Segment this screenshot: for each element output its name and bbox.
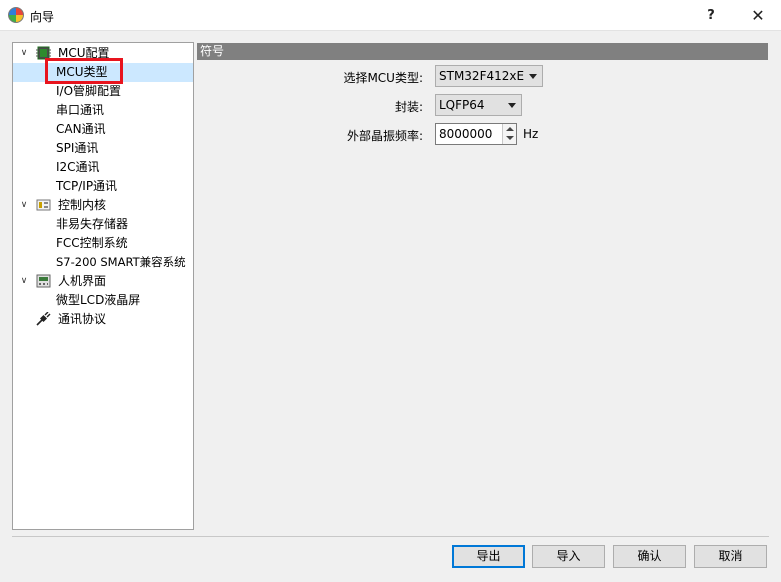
close-button[interactable]: ✕ bbox=[735, 0, 781, 30]
tree-node-label: FCC控制系统 bbox=[56, 236, 128, 250]
window-title: 向导 bbox=[30, 10, 55, 24]
footer-divider bbox=[12, 536, 769, 537]
navigation-tree[interactable]: ∨ MCU配置 MCU类型 I/O管脚配置 串口通讯 CAN通讯 SPI通讯 I… bbox=[12, 42, 194, 530]
tree-node-label: 人机界面 bbox=[58, 274, 107, 288]
tree-node-spi-comm[interactable]: SPI通讯 bbox=[13, 139, 193, 158]
dropdown-arrow-icon bbox=[508, 103, 516, 108]
tree-node-label: I2C通讯 bbox=[56, 160, 100, 174]
tree-node-label: 通讯协议 bbox=[58, 312, 107, 326]
tree-node-hmi[interactable]: ∨ 人机界面 bbox=[13, 272, 193, 291]
spin-buttons[interactable] bbox=[502, 124, 516, 144]
tree-node-label: SPI通讯 bbox=[56, 141, 99, 155]
hmi-panel-icon bbox=[36, 274, 51, 288]
tree-node-control-core[interactable]: ∨ 控制内核 bbox=[13, 196, 193, 215]
spin-down-icon[interactable] bbox=[506, 136, 514, 140]
crystal-frequency-unit: Hz bbox=[523, 127, 539, 141]
chevron-down-icon[interactable]: ∨ bbox=[18, 196, 30, 215]
tree-node-can-comm[interactable]: CAN通讯 bbox=[13, 120, 193, 139]
tree-node-label: MCU配置 bbox=[58, 46, 110, 60]
plug-icon bbox=[36, 312, 51, 326]
control-core-icon bbox=[36, 199, 51, 211]
help-button[interactable]: ? bbox=[688, 0, 734, 30]
chip-icon bbox=[36, 46, 51, 60]
package-value: LQFP64 bbox=[439, 98, 485, 112]
import-button[interactable]: 导入 bbox=[532, 545, 605, 568]
tree-node-label: 微型LCD液晶屏 bbox=[56, 293, 141, 307]
mcu-type-select[interactable]: STM32F412xE bbox=[435, 65, 543, 87]
crystal-frequency-value: 8000000 bbox=[439, 127, 493, 141]
package-label: 封装: bbox=[394, 100, 423, 114]
tree-node-tcpip-comm[interactable]: TCP/IP通讯 bbox=[13, 177, 193, 196]
chevron-down-icon[interactable]: ∨ bbox=[18, 44, 30, 63]
crystal-frequency-label: 外部晶振频率: bbox=[346, 129, 423, 143]
tree-node-serial-comm[interactable]: 串口通讯 bbox=[13, 101, 193, 120]
package-select[interactable]: LQFP64 bbox=[435, 94, 522, 116]
spin-up-icon[interactable] bbox=[506, 127, 514, 131]
tree-node-label: S7-200 SMART兼容系统 bbox=[56, 255, 186, 269]
tree-node-mini-lcd[interactable]: 微型LCD液晶屏 bbox=[13, 291, 193, 310]
tree-node-i2c-comm[interactable]: I2C通讯 bbox=[13, 158, 193, 177]
tree-node-io-pin-config[interactable]: I/O管脚配置 bbox=[13, 82, 193, 101]
cancel-button[interactable]: 取消 bbox=[694, 545, 767, 568]
tree-node-comm-protocol[interactable]: 通讯协议 bbox=[13, 310, 193, 329]
dropdown-arrow-icon bbox=[529, 74, 537, 79]
tree-node-label: MCU类型 bbox=[56, 65, 108, 79]
tree-node-fcc-control[interactable]: FCC控制系统 bbox=[13, 234, 193, 253]
tree-node-label: 非易失存储器 bbox=[56, 217, 129, 231]
tree-node-label: CAN通讯 bbox=[56, 122, 106, 136]
panel-header: 符号 bbox=[197, 43, 768, 60]
ok-button[interactable]: 确认 bbox=[613, 545, 686, 568]
crystal-frequency-spinbox[interactable]: 8000000 bbox=[435, 123, 517, 145]
mcu-type-value: STM32F412xE bbox=[439, 69, 525, 83]
export-button[interactable]: 导出 bbox=[452, 545, 525, 568]
tree-node-label: TCP/IP通讯 bbox=[56, 179, 118, 193]
app-logo-icon bbox=[8, 7, 24, 23]
chevron-down-icon[interactable]: ∨ bbox=[18, 272, 30, 291]
tree-node-mcu-config[interactable]: ∨ MCU配置 bbox=[13, 44, 193, 63]
mcu-type-label: 选择MCU类型: bbox=[343, 71, 423, 85]
tree-node-s7-200-smart[interactable]: S7-200 SMART兼容系统 bbox=[13, 253, 193, 272]
title-bar: 向导 ? ✕ bbox=[0, 0, 781, 31]
tree-node-label: I/O管脚配置 bbox=[56, 84, 122, 98]
tree-node-nonvolatile-memory[interactable]: 非易失存储器 bbox=[13, 215, 193, 234]
tree-node-label: 控制内核 bbox=[58, 198, 107, 212]
tree-node-mcu-type[interactable]: MCU类型 bbox=[13, 63, 193, 82]
tree-node-label: 串口通讯 bbox=[56, 103, 105, 117]
